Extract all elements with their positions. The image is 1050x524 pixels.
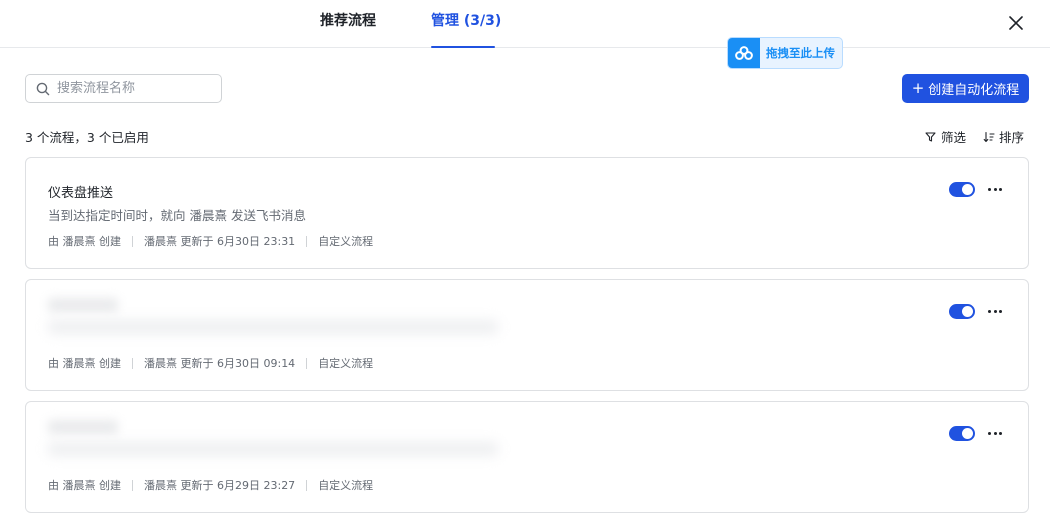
flow-summary: 3 个流程，3 个已启用	[25, 130, 149, 145]
close-button[interactable]	[1004, 11, 1028, 35]
meta-divider	[306, 235, 308, 247]
more-options-button[interactable]	[986, 303, 1004, 319]
toggle-knob	[962, 184, 973, 195]
more-dot	[999, 187, 1002, 191]
more-dot	[988, 431, 991, 435]
header-bar: 推荐流程 管理 (3/3)	[0, 0, 1050, 48]
flow-card[interactable]: 仪表盘推送 当到达指定时间时，就向 潘晨熹 发送飞书消息 由 潘晨熹 创建 潘晨…	[25, 157, 1029, 269]
filter-label: 筛选	[941, 130, 967, 145]
more-dot	[988, 309, 991, 313]
search-box[interactable]	[25, 74, 222, 103]
meta-divider	[132, 235, 133, 247]
flow-type: 自定义流程	[318, 235, 374, 248]
create-flow-label: 创建自动化流程	[928, 83, 1020, 98]
plus-icon: +	[911, 79, 925, 97]
meta-divider	[306, 357, 308, 369]
more-dot	[993, 431, 997, 435]
create-flow-button[interactable]: + 创建自动化流程	[902, 74, 1029, 103]
flow-title-redacted	[48, 420, 118, 434]
sort-button[interactable]: 排序	[983, 127, 1024, 146]
filter-button[interactable]: 筛选	[925, 127, 966, 146]
close-icon	[1009, 16, 1023, 30]
flow-creator: 由 潘晨熹 创建	[48, 357, 121, 370]
flow-type: 自定义流程	[318, 479, 374, 492]
upload-drop-label: 拖拽至此上传	[766, 46, 835, 60]
tab-recommended[interactable]: 推荐流程	[320, 12, 376, 30]
flow-creator: 由 潘晨熹 创建	[48, 235, 121, 248]
flow-description: 当到达指定时间时，就向 潘晨熹 发送飞书消息	[48, 208, 306, 223]
flow-updated: 潘晨熹 更新于 6月30日 23:31	[144, 235, 296, 248]
more-dot	[993, 309, 997, 313]
flow-updated: 潘晨熹 更新于 6月30日 09:14	[144, 357, 296, 370]
flow-enable-toggle[interactable]	[949, 304, 975, 319]
flow-enable-toggle[interactable]	[949, 182, 975, 197]
more-options-button[interactable]	[986, 425, 1004, 441]
flow-creator: 由 潘晨熹 创建	[48, 479, 121, 492]
flow-updated: 潘晨熹 更新于 6月29日 23:27	[144, 479, 296, 492]
cloud-upload-icon	[728, 38, 760, 68]
active-tab-indicator	[431, 46, 495, 48]
meta-divider	[132, 357, 133, 369]
tab-manage[interactable]: 管理 (3/3)	[431, 12, 501, 30]
flow-type: 自定义流程	[318, 357, 374, 370]
meta-divider	[306, 479, 308, 491]
sort-icon	[983, 131, 995, 142]
flow-card[interactable]: 由 潘晨熹 创建 潘晨熹 更新于 6月30日 09:14 自定义流程	[25, 279, 1029, 391]
search-input[interactable]	[57, 79, 217, 98]
filter-icon	[925, 131, 936, 142]
flow-card[interactable]: 由 潘晨熹 创建 潘晨熹 更新于 6月29日 23:27 自定义流程	[25, 401, 1029, 513]
flow-description-redacted	[48, 320, 498, 334]
flow-title-redacted	[48, 298, 118, 312]
more-dot	[988, 187, 991, 191]
more-dot	[993, 187, 997, 191]
search-icon	[36, 82, 50, 96]
sort-label: 排序	[999, 130, 1025, 145]
meta-divider	[132, 479, 133, 491]
toggle-knob	[962, 306, 973, 317]
upload-drop-zone[interactable]: 拖拽至此上传	[727, 37, 843, 69]
flow-meta: 由 潘晨熹 创建 潘晨熹 更新于 6月30日 23:31 自定义流程	[48, 233, 373, 249]
more-dot	[999, 309, 1002, 313]
toggle-knob	[962, 428, 973, 439]
flow-description-redacted	[48, 442, 498, 456]
more-dot	[999, 431, 1002, 435]
more-options-button[interactable]	[986, 181, 1004, 197]
flow-enable-toggle[interactable]	[949, 426, 975, 441]
flow-title: 仪表盘推送	[48, 186, 114, 201]
flow-meta: 由 潘晨熹 创建 潘晨熹 更新于 6月29日 23:27 自定义流程	[48, 477, 373, 493]
flow-meta: 由 潘晨熹 创建 潘晨熹 更新于 6月30日 09:14 自定义流程	[48, 355, 373, 371]
